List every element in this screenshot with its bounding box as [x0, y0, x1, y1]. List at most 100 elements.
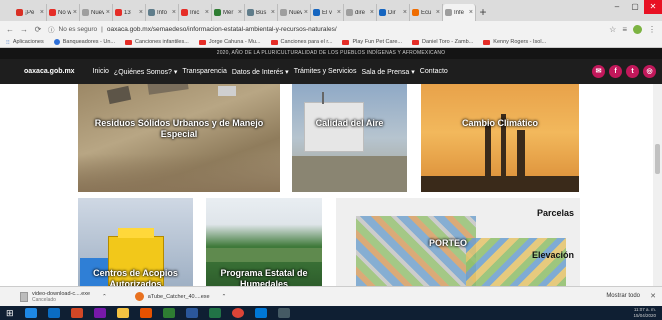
close-tab-icon[interactable]: × — [403, 9, 407, 16]
menu-item[interactable]: Sala de Prensa ▾ — [361, 68, 414, 76]
scrollbar-thumb[interactable] — [655, 144, 660, 174]
site-logo[interactable]: oaxaca.gob.mx — [24, 68, 75, 75]
close-window-button[interactable]: ✕ — [644, 0, 662, 14]
extension-icon[interactable]: ≡ — [622, 25, 627, 34]
clock-date: 15/04/2020 — [633, 313, 656, 318]
favicon-icon — [280, 9, 287, 16]
tab-label: Nuev — [289, 9, 302, 16]
bookmark-item[interactable]: Kenny Rogers - Isol... — [483, 39, 546, 45]
card-centros-acopio[interactable]: Centros de Acopios Autorizados — [78, 198, 193, 286]
browser-tab[interactable]: El v × — [311, 4, 344, 21]
new-tab-button[interactable]: + — [476, 4, 490, 21]
show-all-button[interactable]: Mostrar todo — [606, 293, 640, 299]
instagram-icon[interactable]: ◎ — [643, 65, 656, 78]
chrome-icon[interactable] — [231, 308, 244, 318]
bookmark-item[interactable]: Banqueadores - Un... — [53, 39, 115, 45]
store-icon[interactable] — [47, 308, 60, 318]
browser-tab[interactable]: Nuev × — [80, 4, 113, 21]
downloads-bar: video-download-c....exe Cancelado ⌃ aTub… — [0, 286, 662, 306]
excel-icon[interactable] — [208, 308, 221, 318]
close-tab-icon[interactable]: × — [40, 9, 44, 16]
powerpoint-icon[interactable] — [70, 308, 83, 318]
browser-tab[interactable]: Infe × — [443, 4, 476, 21]
browser-tab[interactable]: ¡Pe × — [14, 4, 47, 21]
close-tab-icon[interactable]: × — [73, 9, 77, 16]
bookmark-label: Canciones para el r... — [280, 39, 333, 45]
scrollbar[interactable] — [653, 84, 662, 286]
close-tab-icon[interactable]: × — [106, 9, 110, 16]
url-field[interactable]: ⓘ No es seguro | oaxaca.gob.mx/semaedeso… — [48, 23, 603, 35]
close-tab-icon[interactable]: × — [436, 9, 440, 16]
tab-label: Dir — [388, 9, 396, 16]
mail-icon[interactable]: ✉ — [592, 65, 605, 78]
windows-start-icon[interactable]: ⊞ — [6, 308, 14, 319]
browser-tab[interactable]: Mér × — [212, 4, 245, 21]
menu-item[interactable]: Datos de Interés ▾ — [232, 68, 289, 76]
media-icon[interactable] — [139, 308, 152, 318]
close-tab-icon[interactable]: × — [469, 9, 473, 16]
bookmark-item[interactable]: Canciones infantiles... — [125, 39, 189, 45]
card-calidad-aire[interactable]: Calidad del Aire — [292, 84, 407, 192]
close-tab-icon[interactable]: × — [337, 9, 341, 16]
bookmark-item[interactable]: Play Fun Pet Care... — [342, 39, 402, 45]
browser-tab[interactable]: 13 × — [113, 4, 146, 21]
browser-tab[interactable]: Info × — [146, 4, 179, 21]
profile-avatar[interactable] — [633, 24, 642, 34]
close-tab-icon[interactable]: × — [370, 9, 374, 16]
browser-tab[interactable]: Bús × — [245, 4, 278, 21]
url-text[interactable]: oaxaca.gob.mx/semaedeso/informacion-esta… — [107, 26, 337, 33]
menu-item[interactable]: Inicio — [93, 68, 109, 76]
tab-label: Mér — [223, 9, 234, 16]
minimize-button[interactable]: – — [608, 0, 626, 14]
bookmark-item[interactable]: Canciones para el r... — [270, 39, 333, 45]
card-porteo[interactable]: PORTEO Parcelas Elevación — [336, 198, 580, 286]
forward-icon[interactable]: → — [20, 25, 28, 34]
info-icon[interactable]: ⓘ — [48, 24, 55, 34]
close-tab-icon[interactable]: × — [304, 9, 308, 16]
bookmark-item[interactable]: Jorge Cahuna - Mu... — [198, 39, 261, 45]
close-tab-icon[interactable]: × — [172, 9, 176, 16]
onenote-icon[interactable] — [93, 308, 106, 318]
folder-icon[interactable] — [116, 308, 129, 318]
close-tab-icon[interactable]: × — [139, 9, 143, 16]
app-icon[interactable] — [277, 308, 290, 318]
menu-icon[interactable]: ⋮ — [648, 25, 656, 34]
people-icon[interactable] — [254, 308, 267, 318]
system-tray[interactable]: 11:07 a. m. 15/04/2020 — [633, 307, 656, 319]
bookmark-item[interactable]: Daniel Toro - Zamb... — [412, 39, 473, 45]
facebook-icon[interactable]: f — [609, 65, 622, 78]
reload-icon[interactable]: ⟳ — [34, 25, 42, 34]
menu-item[interactable]: ¿Quiénes Somos? ▾ — [114, 68, 177, 76]
download-item[interactable]: aTube_Catcher_40....exe ⌃ — [134, 292, 227, 301]
menu-item[interactable]: Contacto — [420, 68, 448, 76]
browser-tab[interactable]: Dir × — [377, 4, 410, 21]
word-icon[interactable] — [185, 308, 198, 318]
browser-tab[interactable]: Inic × — [179, 4, 212, 21]
back-icon[interactable]: ← — [6, 25, 14, 34]
favicon-icon — [115, 9, 122, 16]
twitter-icon[interactable]: t — [626, 65, 639, 78]
browser-tab[interactable]: No w × — [47, 4, 80, 21]
edge-icon[interactable] — [24, 308, 37, 318]
file-icon — [134, 292, 144, 301]
browser-tab[interactable]: Nuev × — [278, 4, 311, 21]
card-humedales[interactable]: Programa Estatal de Humedales — [206, 198, 322, 286]
publisher-icon[interactable] — [162, 308, 175, 318]
maximize-button[interactable]: ▢ — [626, 0, 644, 14]
chevron-up-icon[interactable]: ⌃ — [222, 294, 227, 300]
browser-tab[interactable]: Ecu × — [410, 4, 443, 21]
download-item[interactable]: video-download-c....exe Cancelado ⌃ — [20, 291, 107, 303]
bookmark-star-icon[interactable]: ☆ — [609, 25, 616, 34]
close-tab-icon[interactable]: × — [271, 9, 275, 16]
card-residuos[interactable]: Residuos Sólidos Urbanos y de Manejo Esp… — [78, 84, 280, 192]
card-cambio-climatico[interactable]: Cambio Climático — [421, 84, 579, 192]
browser-tab[interactable]: dire × — [344, 4, 377, 21]
close-icon[interactable]: ✕ — [650, 292, 656, 300]
chevron-up-icon[interactable]: ⌃ — [102, 294, 107, 300]
menu-item[interactable]: Trámites y Servicios — [294, 68, 357, 76]
bookmark-item[interactable]: ⁝⁝ Aplicaciones — [6, 39, 44, 46]
favicon-icon — [214, 9, 221, 16]
close-tab-icon[interactable]: × — [205, 9, 209, 16]
close-tab-icon[interactable]: × — [238, 9, 242, 16]
menu-item[interactable]: Transparencia — [182, 68, 227, 76]
